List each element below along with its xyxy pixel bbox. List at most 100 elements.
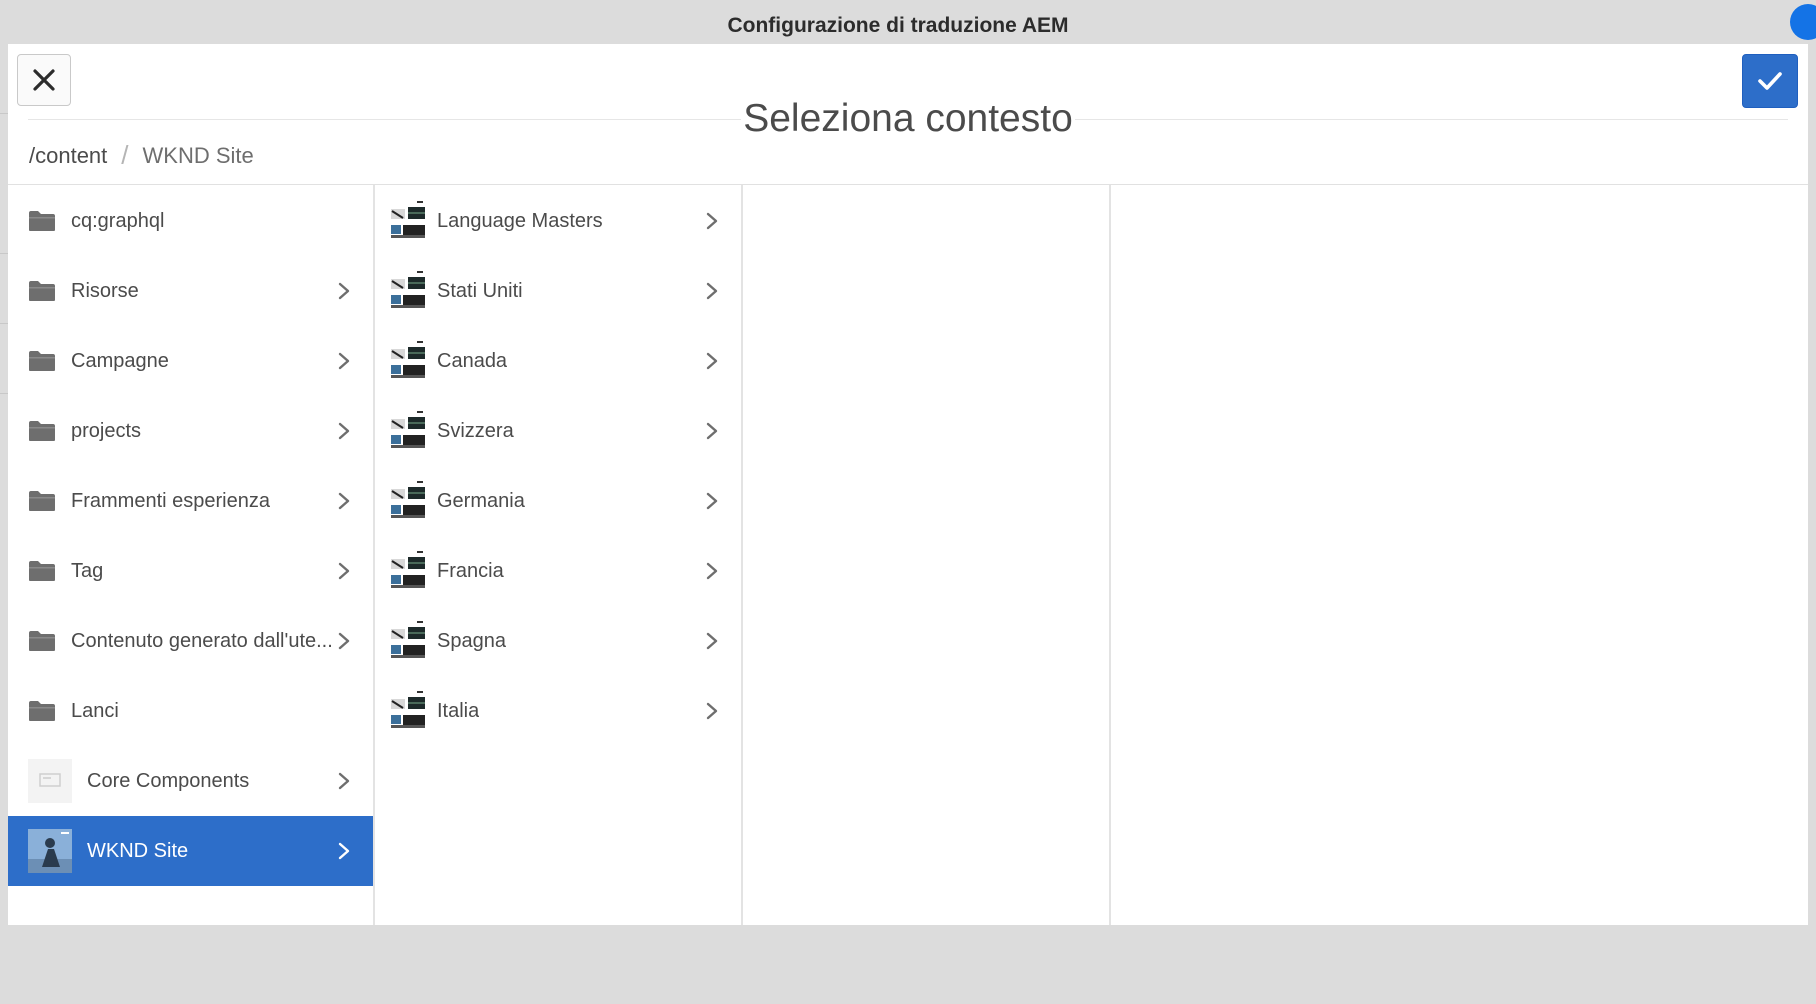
column-wknd-site: Language Masters Stati Uniti Canada Svizzer… bbox=[375, 185, 743, 925]
list-item-label: Language Masters bbox=[437, 209, 603, 232]
list-item-spagna[interactable]: Spagna bbox=[375, 606, 741, 676]
list-item-label: Italia bbox=[437, 699, 480, 722]
page-thumbnail-icon bbox=[28, 759, 72, 803]
chevron-right-icon bbox=[706, 562, 718, 580]
chevron-right-icon bbox=[338, 632, 350, 650]
page-thumbnail-icon bbox=[389, 481, 427, 521]
list-item-label: Stati Uniti bbox=[437, 279, 523, 302]
folder-icon bbox=[29, 701, 55, 721]
thumbnail bbox=[387, 199, 429, 243]
site-thumbnail-icon bbox=[28, 829, 72, 873]
list-item-stati-uniti[interactable]: Stati Uniti bbox=[375, 256, 741, 326]
list-item-label: Tag bbox=[71, 559, 104, 582]
folder-icon-wrap bbox=[28, 549, 56, 593]
checkmark-icon bbox=[1758, 72, 1782, 90]
select-context-dialog: Seleziona contesto /content / WKND Site … bbox=[8, 44, 1808, 925]
list-item-lanci[interactable]: Lanci bbox=[8, 676, 373, 746]
list-item-italia[interactable]: Italia bbox=[375, 676, 741, 746]
list-item-frammenti-esperienza[interactable]: Frammenti esperienza bbox=[8, 466, 373, 536]
chevron-right-icon bbox=[706, 352, 718, 370]
column-view: cq:graphql Risorse Campagne projects Frammen… bbox=[8, 185, 1808, 925]
list-item-label: Canada bbox=[437, 349, 508, 372]
column-content: cq:graphql Risorse Campagne projects Frammen… bbox=[8, 185, 375, 925]
list-item-tag[interactable]: Tag bbox=[8, 536, 373, 606]
chevron-right-icon bbox=[338, 282, 350, 300]
thumbnail bbox=[387, 549, 429, 593]
folder-icon bbox=[29, 281, 55, 301]
breadcrumb: /content / WKND Site bbox=[29, 140, 254, 171]
thumbnail bbox=[387, 269, 429, 313]
thumbnail bbox=[387, 479, 429, 523]
page-thumbnail-icon bbox=[389, 411, 427, 451]
close-icon bbox=[33, 69, 55, 91]
thumbnail bbox=[387, 339, 429, 383]
list-item-cq-graphql[interactable]: cq:graphql bbox=[8, 186, 373, 256]
dialog-title: Seleziona contesto bbox=[741, 97, 1075, 140]
chevron-right-icon bbox=[706, 632, 718, 650]
chevron-right-icon bbox=[338, 492, 350, 510]
folder-icon bbox=[29, 561, 55, 581]
list-item-label: Francia bbox=[437, 559, 504, 582]
list-item-label: Lanci bbox=[71, 699, 119, 722]
list-item-wknd-site[interactable]: WKND Site bbox=[8, 816, 373, 886]
page-thumbnail-icon bbox=[389, 691, 427, 731]
chevron-right-icon bbox=[338, 562, 350, 580]
folder-icon bbox=[29, 421, 55, 441]
chevron-right-icon bbox=[706, 282, 718, 300]
site-thumbnail-icon-wrap bbox=[28, 829, 72, 873]
thumbnail bbox=[387, 409, 429, 453]
chevron-right-icon bbox=[706, 422, 718, 440]
list-item-label: Frammenti esperienza bbox=[71, 489, 270, 512]
folder-icon-wrap bbox=[28, 619, 56, 663]
list-item-label: cq:graphql bbox=[71, 209, 165, 232]
list-item-contenuto-generato-dall-ute[interactable]: Contenuto generato dall'ute... bbox=[8, 606, 373, 676]
thumbnail bbox=[387, 619, 429, 663]
folder-icon bbox=[29, 631, 55, 651]
list-item-language-masters[interactable]: Language Masters bbox=[375, 186, 741, 256]
chevron-right-icon bbox=[338, 352, 350, 370]
folder-icon bbox=[29, 491, 55, 511]
list-item-label: Core Components bbox=[87, 769, 250, 792]
list-item-francia[interactable]: Francia bbox=[375, 536, 741, 606]
chevron-right-icon bbox=[706, 702, 718, 720]
chevron-right-icon bbox=[706, 492, 718, 510]
list-item-label: Campagne bbox=[71, 349, 169, 372]
folder-icon bbox=[29, 351, 55, 371]
list-item-label: Spagna bbox=[437, 629, 506, 652]
folder-icon-wrap bbox=[28, 409, 56, 453]
folder-icon-wrap bbox=[28, 339, 56, 383]
breadcrumb-root[interactable]: /content bbox=[29, 143, 107, 169]
folder-icon-wrap bbox=[28, 199, 56, 243]
chevron-right-icon bbox=[338, 842, 350, 860]
list-item-label: WKND Site bbox=[87, 839, 189, 862]
page-thumbnail-icon bbox=[389, 341, 427, 381]
list-item-projects[interactable]: projects bbox=[8, 396, 373, 466]
folder-icon-wrap bbox=[28, 479, 56, 523]
thumbnail bbox=[387, 689, 429, 733]
chevron-right-icon bbox=[338, 422, 350, 440]
folder-icon-wrap bbox=[28, 689, 56, 733]
page-thumbnail-icon bbox=[389, 551, 427, 591]
column-empty bbox=[743, 185, 1111, 925]
page-thumbnail-icon bbox=[389, 271, 427, 311]
list-item-label: Contenuto generato dall'ute... bbox=[71, 629, 333, 652]
page-thumbnail-icon bbox=[389, 201, 427, 241]
chevron-right-icon bbox=[706, 212, 718, 230]
window-title: Configurazione di traduzione AEM bbox=[727, 14, 1069, 37]
list-item-label: Germania bbox=[437, 489, 525, 512]
page-thumbnail-icon bbox=[389, 621, 427, 661]
chevron-right-icon bbox=[338, 772, 350, 790]
list-item-risorse[interactable]: Risorse bbox=[8, 256, 373, 326]
list-item-label: Svizzera bbox=[437, 419, 514, 442]
folder-icon bbox=[29, 211, 55, 231]
page-thumbnail-icon-wrap bbox=[28, 759, 72, 803]
column-empty-2 bbox=[1111, 185, 1808, 925]
list-item-canada[interactable]: Canada bbox=[375, 326, 741, 396]
list-item-core-components[interactable]: Core Components bbox=[8, 746, 373, 816]
breadcrumb-current: WKND Site bbox=[142, 142, 254, 168]
list-item-germania[interactable]: Germania bbox=[375, 466, 741, 536]
breadcrumb-separator: / bbox=[121, 140, 129, 170]
list-item-campagne[interactable]: Campagne bbox=[8, 326, 373, 396]
list-item-svizzera[interactable]: Svizzera bbox=[375, 396, 741, 466]
folder-icon-wrap bbox=[28, 269, 56, 313]
